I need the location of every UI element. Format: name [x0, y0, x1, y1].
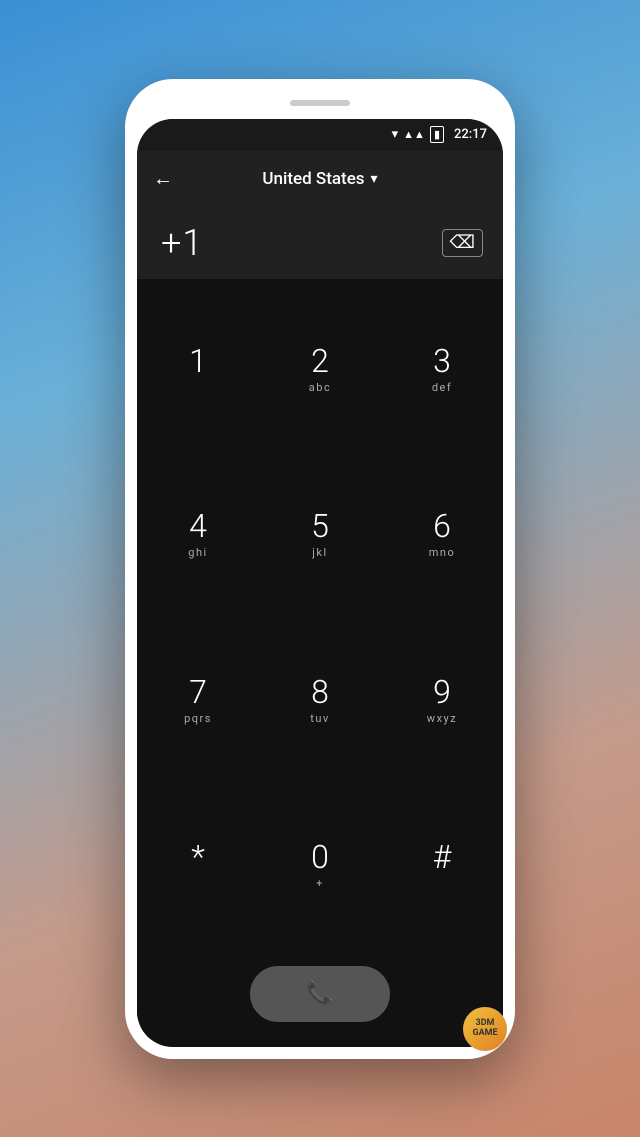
dial-key-6[interactable]: 6 mno: [381, 452, 503, 618]
country-selector[interactable]: United States ▾: [262, 169, 377, 189]
status-time: 22:17: [454, 127, 487, 142]
call-bar: 📞: [137, 949, 503, 1039]
dial-number-4: 4: [189, 509, 207, 544]
status-bar: ▾ ▲▲ ▮ 22:17: [137, 119, 503, 151]
dial-letters-6: mno: [429, 546, 456, 560]
dial-key-2[interactable]: 2 abc: [259, 287, 381, 453]
dial-key-3[interactable]: 3 def: [381, 287, 503, 453]
dial-key-5[interactable]: 5 jkl: [259, 452, 381, 618]
dial-letters-7: pqrs: [184, 712, 212, 726]
battery-icon: ▮: [430, 126, 444, 143]
dial-key-4[interactable]: 4 ghi: [137, 452, 259, 618]
dial-number-9: 9: [433, 675, 451, 710]
back-button[interactable]: ←: [145, 158, 181, 199]
dial-letters-5: jkl: [312, 546, 327, 560]
dropdown-chevron-icon: ▾: [371, 171, 378, 187]
watermark: 3DM GAME: [463, 1007, 507, 1051]
dial-key-*[interactable]: *: [137, 783, 259, 949]
dial-key-7[interactable]: 7 pqrs: [137, 618, 259, 784]
top-bar: ← United States ▾: [137, 151, 503, 207]
wifi-icon: ▾: [392, 127, 399, 142]
dial-letters-0: +: [316, 877, 324, 891]
phone-frame: ▾ ▲▲ ▮ 22:17 ← United States ▾ +1 ⌫ 1 2 ab…: [125, 79, 515, 1059]
dial-letters-4: ghi: [188, 546, 207, 560]
dialpad-grid: 12abc3def4ghi5jkl6mno7pqrs8tuv9wxyz*0+#: [137, 287, 503, 949]
dial-key-9[interactable]: 9 wxyz: [381, 618, 503, 784]
dial-number-2: 2: [311, 344, 329, 379]
notch-pill: [290, 100, 350, 106]
dial-number-*: *: [191, 840, 205, 875]
dial-number-6: 6: [433, 509, 451, 544]
signal-icon: ▲▲: [403, 128, 425, 141]
dial-number-#: #: [433, 840, 452, 875]
dial-key-1[interactable]: 1: [137, 287, 259, 453]
dial-number-0: 0: [311, 840, 329, 875]
call-icon: 📞: [306, 981, 333, 1006]
dial-number-3: 3: [433, 344, 451, 379]
country-name: United States: [262, 169, 364, 189]
dial-letters-2: abc: [309, 381, 331, 395]
status-icons: ▾ ▲▲ ▮: [392, 126, 444, 143]
phone-notch: [137, 91, 503, 115]
call-button[interactable]: 📞: [250, 966, 390, 1022]
dial-number-5: 5: [311, 509, 329, 544]
dial-number-1: 1: [189, 344, 207, 379]
dial-key-8[interactable]: 8 tuv: [259, 618, 381, 784]
backspace-button[interactable]: ⌫: [442, 229, 483, 257]
phone-number: +1: [161, 222, 203, 264]
dialpad: 12abc3def4ghi5jkl6mno7pqrs8tuv9wxyz*0+# …: [137, 279, 503, 1047]
phone-screen: ▾ ▲▲ ▮ 22:17 ← United States ▾ +1 ⌫ 1 2 ab…: [137, 119, 503, 1047]
number-display: +1 ⌫: [137, 207, 503, 279]
dial-letters-8: tuv: [310, 712, 330, 726]
dial-letters-9: wxyz: [427, 712, 457, 726]
dial-letters-3: def: [432, 381, 452, 395]
dial-number-8: 8: [311, 675, 329, 710]
dial-key-#[interactable]: #: [381, 783, 503, 949]
dial-number-7: 7: [189, 675, 207, 710]
dial-key-0[interactable]: 0+: [259, 783, 381, 949]
